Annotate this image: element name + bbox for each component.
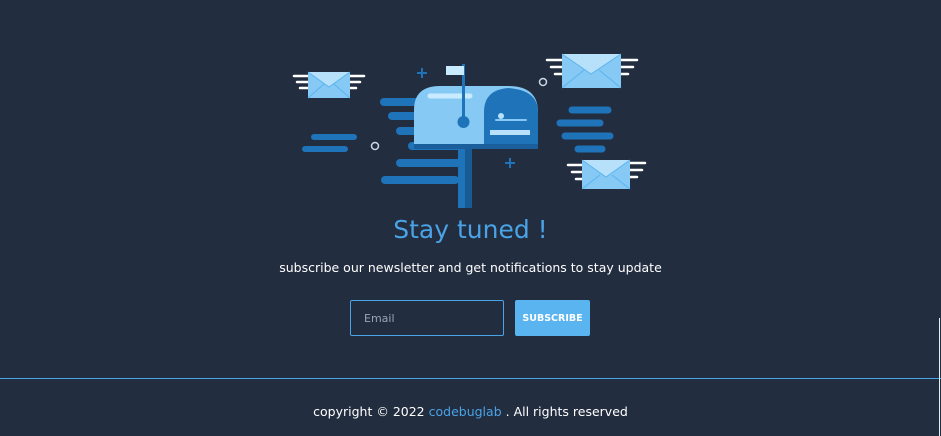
envelope-top-right-icon: [545, 53, 639, 89]
envelope-left-icon: [292, 71, 366, 99]
email-input[interactable]: [350, 300, 504, 336]
footer: copyright © 2022 codebuglab . All rights…: [0, 403, 941, 421]
mailbox-icon: [414, 64, 538, 208]
mailbox-illustration: [292, 53, 647, 208]
brand-link[interactable]: codebuglab: [429, 404, 502, 419]
subscribe-button[interactable]: SUBSCRIBE: [515, 300, 590, 336]
subscribe-form: SUBSCRIBE: [350, 300, 590, 336]
copyright-prefix: copyright © 2022: [313, 404, 425, 419]
footer-divider: [0, 378, 941, 379]
newsletter-subtitle: subscribe our newsletter and get notific…: [279, 260, 662, 275]
envelope-bottom-right-icon: [566, 159, 647, 190]
newsletter-title: Stay tuned !: [393, 215, 548, 244]
copyright-suffix: . All rights reserved: [505, 404, 628, 419]
scrollbar[interactable]: [939, 318, 940, 436]
